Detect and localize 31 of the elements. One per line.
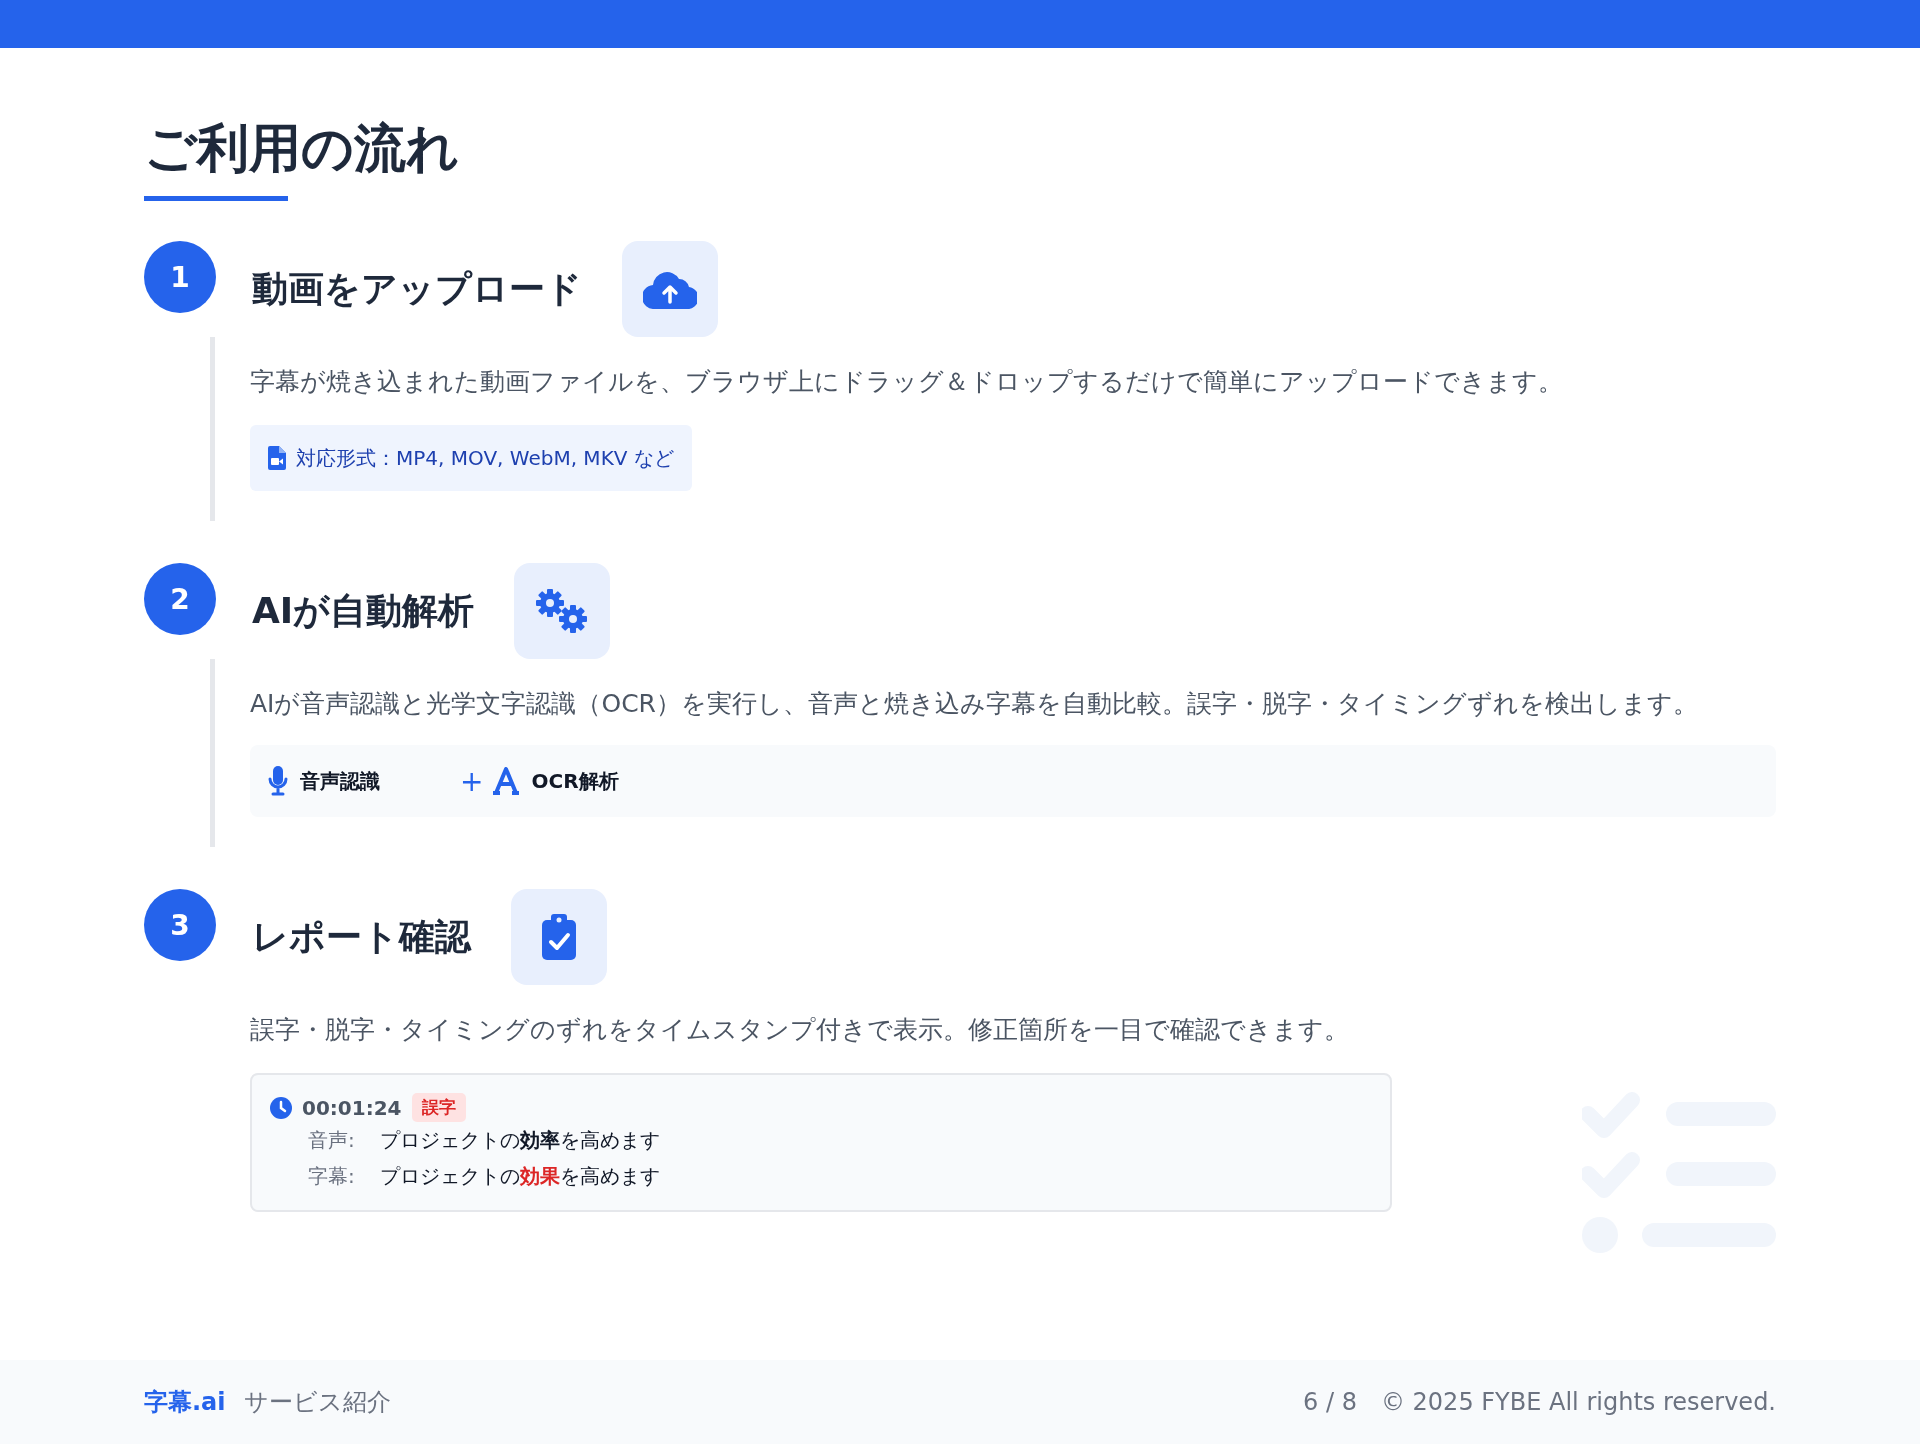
- step-title: 動画をアップロード: [252, 266, 582, 311]
- copyright: © 2025 FYBE All rights reserved.: [1380, 1388, 1776, 1416]
- line-text: プロジェクトの効率を高めます: [380, 1127, 660, 1154]
- video-file-icon: [268, 446, 286, 470]
- step-number: 2: [144, 563, 216, 635]
- gears-icon: [535, 588, 590, 634]
- step-title: レポート確認: [252, 914, 471, 959]
- letter-glyph-icon: [493, 767, 520, 795]
- step-number: 1: [144, 241, 216, 313]
- line-label: 字幕:: [308, 1163, 356, 1190]
- method-label: OCR解析: [531, 767, 619, 795]
- brand-name: 字幕.ai: [144, 1387, 226, 1418]
- clock-icon: [270, 1096, 292, 1119]
- footer-subtitle: サービス紹介: [243, 1387, 391, 1418]
- step-number: 3: [144, 889, 216, 961]
- line-text: プロジェクトの効果を高めます: [380, 1163, 660, 1190]
- cloud-upload-icon: [643, 269, 697, 309]
- method-label: 音声認識: [300, 767, 380, 795]
- page-number: 6 / 8: [1303, 1388, 1357, 1416]
- line-label: 音声:: [308, 1127, 356, 1154]
- page-title: ご利用の流れ: [144, 117, 459, 180]
- timestamp: 00:01:24: [302, 1095, 402, 1120]
- microphone-icon: [268, 766, 288, 796]
- step-description: 字幕が焼き込まれた動画ファイルを、ブラウザ上にドラッグ＆ドロップするだけで簡単にアップロードできます。: [250, 366, 1564, 398]
- plus-sign: +: [460, 764, 484, 798]
- step-description: 誤字・脱字・タイミングのずれをタイムスタンプ付きで表示。修正箇所を一目で確認できます。: [250, 1014, 1350, 1046]
- error-badge: 誤字: [411, 1093, 466, 1122]
- step-title: AIが自動解析: [252, 588, 475, 633]
- clipboard-check-icon: [542, 914, 576, 960]
- format-text: 対応形式：MP4, MOV, WebM, MKV など: [296, 444, 674, 472]
- step-description: AIが音声認識と光学文字認識（OCR）を実行し、音声と焼き込み字幕を自動比較。誤字・脱字・タイミングずれを検出します。: [250, 688, 1699, 720]
